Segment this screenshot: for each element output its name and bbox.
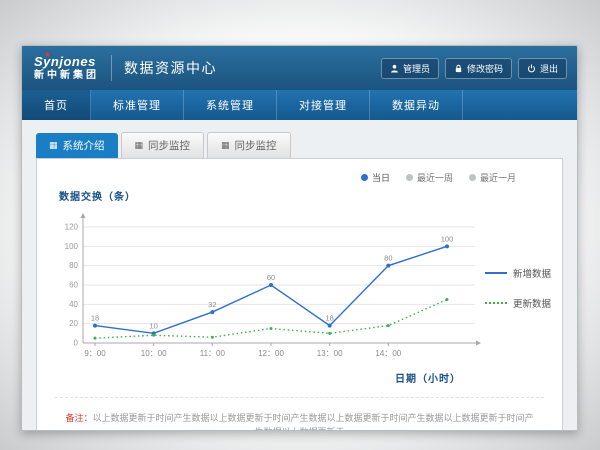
- logo-subtitle: 新中新集团: [34, 70, 99, 81]
- legend-update-data[interactable]: 更新数据: [485, 296, 551, 310]
- grid-icon: ▦: [49, 140, 58, 151]
- logo-star-icon: ★: [44, 51, 51, 60]
- power-icon: [527, 64, 536, 73]
- footnote-label: 备注：: [65, 413, 92, 423]
- filter-label: 最近一周: [417, 171, 453, 184]
- nav-item-connect-mgmt[interactable]: 对接管理: [277, 90, 370, 120]
- svg-text:0: 0: [74, 339, 79, 348]
- line-chart: 0 20 40 60 80 100 120 9：00 10：00 11：00 12：00 13：00 1…: [49, 205, 481, 373]
- app-title: 数据资源中心: [124, 58, 217, 78]
- y-axis-title: 数据交换（条）: [59, 188, 550, 203]
- nav-item-standard-mgmt[interactable]: 标准管理: [91, 90, 184, 120]
- svg-text:80: 80: [69, 261, 78, 270]
- svg-text:100: 100: [65, 242, 79, 251]
- app-window: Synjones ★ 新中新集团 数据资源中心 管理员 修改密码: [21, 45, 578, 431]
- series-legend: 新增数据 更新数据: [485, 266, 551, 310]
- nav-item-system-mgmt[interactable]: 系统管理: [184, 90, 277, 120]
- svg-text:13：00: 13：00: [317, 349, 343, 358]
- svg-text:18: 18: [325, 314, 333, 323]
- header-divider: [111, 55, 112, 81]
- logout-button[interactable]: 退出: [518, 58, 567, 79]
- chart-panel: 当日 最近一周 最近一月 数据交换（条） 0 20 40 60 80 100 120 9：00…: [36, 158, 563, 431]
- svg-text:10: 10: [149, 321, 157, 330]
- nav-item-data-change[interactable]: 数据异动: [370, 90, 463, 120]
- svg-text:60: 60: [267, 273, 275, 282]
- main-nav: 首页 标准管理 系统管理 对接管理 数据异动: [22, 90, 577, 120]
- svg-text:12：00: 12：00: [258, 349, 284, 358]
- change-password-label: 修改密码: [467, 62, 503, 75]
- admin-button-label: 管理员: [403, 62, 430, 75]
- svg-text:9：00: 9：00: [84, 349, 106, 358]
- chart-container: 0 20 40 60 80 100 120 9：00 10：00 11：00 12：00 13：00 1…: [49, 205, 481, 385]
- admin-button[interactable]: 管理员: [381, 58, 439, 79]
- tab-label: 同步监控: [148, 138, 190, 153]
- content-area: ▦ 系统介绍 ▦ 同步监控 ▦ 同步监控 当日: [22, 120, 577, 431]
- radio-dot-icon: [361, 174, 368, 181]
- svg-text:11：00: 11：00: [200, 349, 226, 358]
- tab-sync-monitor-2[interactable]: ▦ 同步监控: [207, 132, 291, 158]
- radio-dot-icon: [406, 174, 413, 181]
- change-password-button[interactable]: 修改密码: [445, 58, 512, 79]
- legend-new-data[interactable]: 新增数据: [485, 266, 551, 280]
- filter-label: 当日: [372, 171, 390, 184]
- svg-text:32: 32: [208, 300, 216, 309]
- svg-text:18: 18: [91, 314, 99, 323]
- tab-label: 同步监控: [235, 138, 277, 153]
- filter-last-week[interactable]: 最近一周: [406, 171, 453, 184]
- grid-icon: ▦: [221, 140, 230, 151]
- nav-item-home[interactable]: 首页: [22, 90, 91, 120]
- footnote-text: 以上数据更新于时间产生数据以上数据更新于时间产生数据以上数据更新于时间产生数据以…: [93, 413, 534, 431]
- grid-icon: ▦: [135, 140, 144, 151]
- svg-text:40: 40: [69, 300, 78, 309]
- svg-text:20: 20: [69, 319, 78, 328]
- time-range-filters: 当日 最近一周 最近一月: [49, 167, 550, 184]
- radio-dot-icon: [469, 174, 476, 181]
- lock-icon: [454, 64, 463, 73]
- filter-label: 最近一月: [480, 171, 516, 184]
- filter-last-month[interactable]: 最近一月: [469, 171, 516, 184]
- legend-label: 更新数据: [513, 296, 551, 310]
- svg-text:120: 120: [65, 223, 79, 232]
- dotted-line-icon: [485, 302, 507, 304]
- svg-text:100: 100: [441, 234, 454, 243]
- top-header: Synjones ★ 新中新集团 数据资源中心 管理员 修改密码: [22, 46, 577, 90]
- chart-row: 0 20 40 60 80 100 120 9：00 10：00 11：00 12：00 13：00 1…: [49, 205, 550, 385]
- user-icon: [390, 64, 399, 73]
- desktop-background: Synjones ★ 新中新集团 数据资源中心 管理员 修改密码: [0, 0, 600, 450]
- brand-logo: Synjones ★ 新中新集团: [32, 55, 99, 80]
- svg-text:80: 80: [384, 254, 392, 263]
- logout-label: 退出: [540, 62, 558, 75]
- svg-text:60: 60: [69, 281, 78, 290]
- filter-today[interactable]: 当日: [361, 171, 390, 184]
- tab-strip: ▦ 系统介绍 ▦ 同步监控 ▦ 同步监控: [36, 132, 563, 158]
- footnote: 备注：以上数据更新于时间产生数据以上数据更新于时间产生数据以上数据更新于时间产生…: [55, 397, 544, 431]
- svg-text:10：00: 10：00: [141, 349, 167, 358]
- legend-label: 新增数据: [513, 266, 551, 280]
- tab-sync-monitor-1[interactable]: ▦ 同步监控: [121, 132, 205, 158]
- svg-text:14：00: 14：00: [375, 349, 401, 358]
- tab-system-intro[interactable]: ▦ 系统介绍: [36, 133, 118, 158]
- tab-label: 系统介绍: [63, 138, 105, 153]
- solid-line-icon: [485, 272, 507, 274]
